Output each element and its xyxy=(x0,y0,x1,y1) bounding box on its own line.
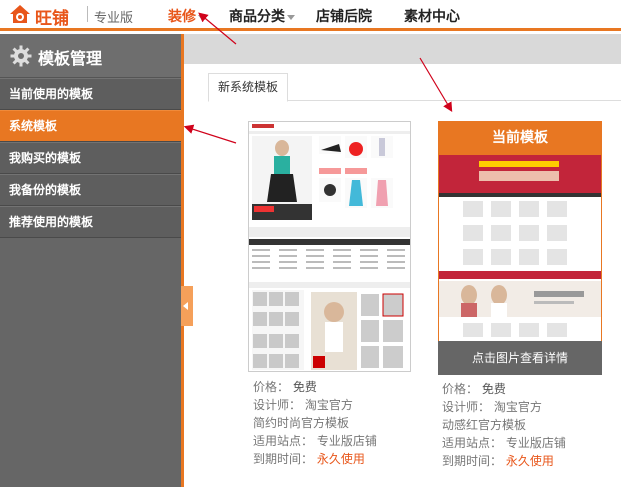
arrow-to-system-template xyxy=(183,124,237,144)
arrow-to-decorate xyxy=(198,12,237,45)
annotation-arrows xyxy=(183,12,453,144)
arrow-to-current-template xyxy=(419,57,453,113)
